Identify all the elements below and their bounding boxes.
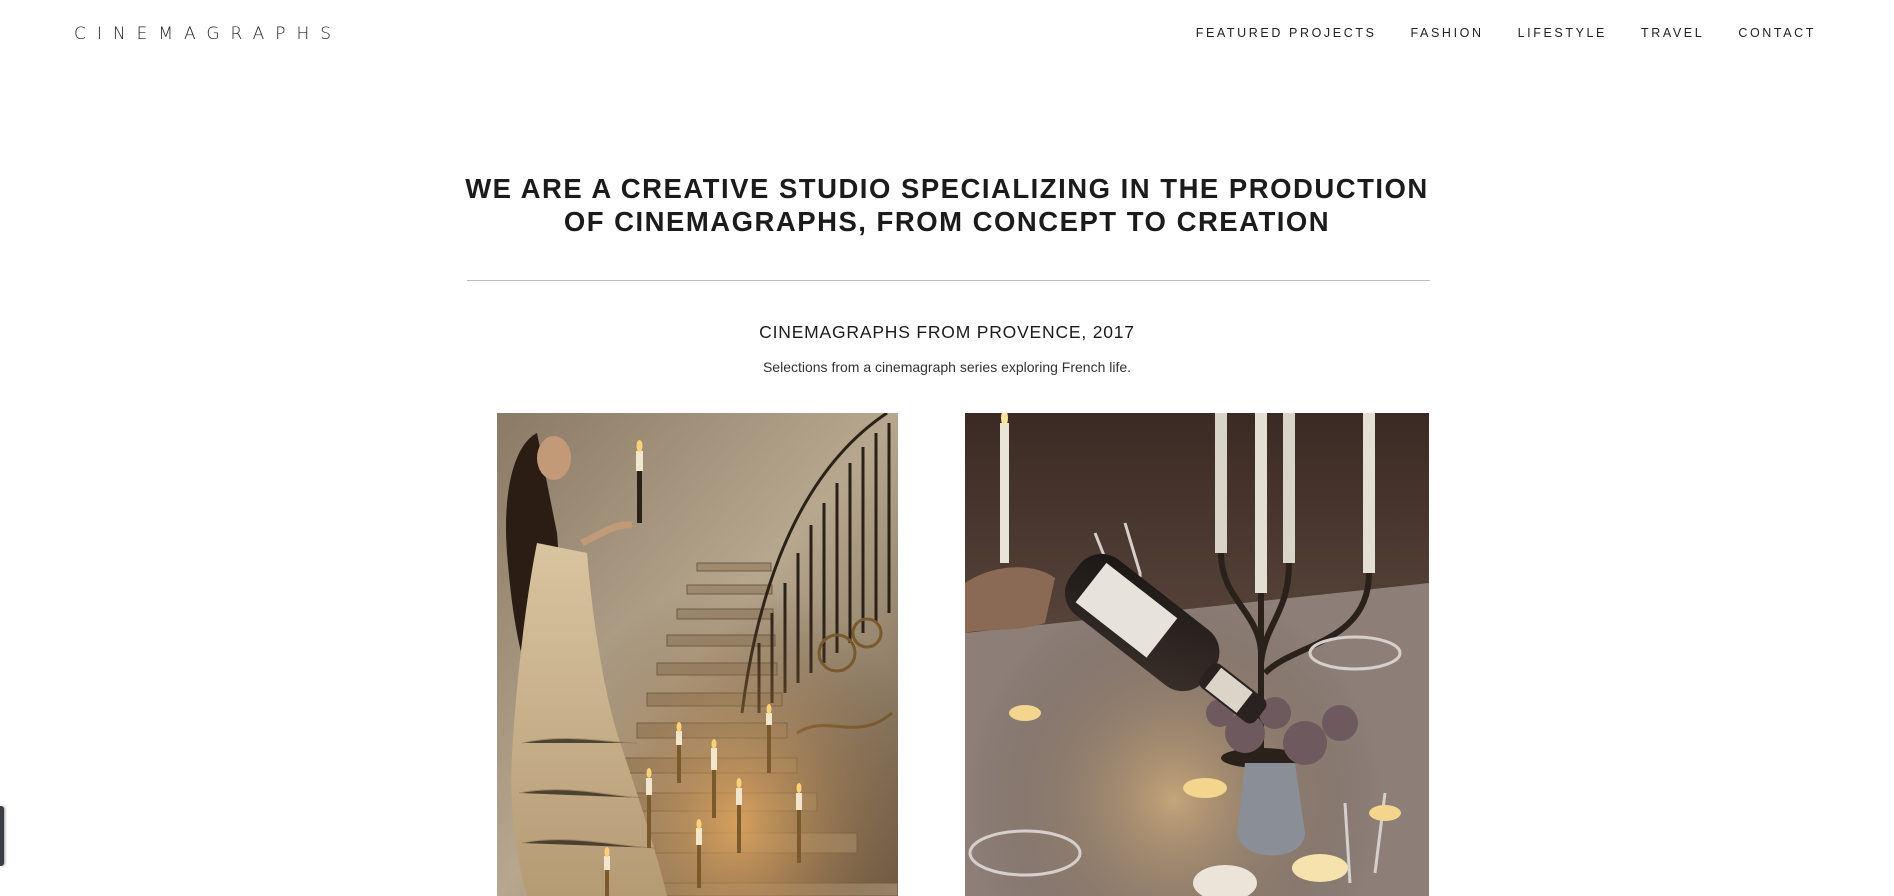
hero: WE ARE A CREATIVE STUDIO SPECIALIZING IN… — [0, 172, 1894, 238]
main-nav: FEATURED PROJECTS FASHION LIFESTYLE TRAV… — [1196, 26, 1816, 40]
hero-heading-line-1: WE ARE A CREATIVE STUDIO SPECIALIZING IN… — [465, 173, 1429, 204]
gallery-image-dinner[interactable] — [965, 413, 1429, 896]
nav-featured-projects[interactable]: FEATURED PROJECTS — [1196, 26, 1377, 40]
page: CINEMAGRAPHS FEATURED PROJECTS FASHION L… — [0, 0, 1894, 896]
site-logo[interactable]: CINEMAGRAPHS — [74, 24, 342, 44]
section-title: CINEMAGRAPHS FROM PROVENCE, 2017 — [759, 322, 1135, 342]
divider — [467, 280, 1430, 281]
site-header: CINEMAGRAPHS FEATURED PROJECTS FASHION L… — [0, 0, 1894, 70]
nav-travel[interactable]: TRAVEL — [1641, 26, 1704, 40]
gallery-image-staircase[interactable] — [497, 413, 898, 896]
dinner-table-wine-illustration — [965, 413, 1429, 896]
nav-fashion[interactable]: FASHION — [1411, 26, 1484, 40]
section-subtitle: Selections from a cinemagraph series exp… — [762, 359, 1132, 375]
nav-lifestyle[interactable]: LIFESTYLE — [1518, 26, 1607, 40]
hero-heading-line-2: OF CINEMAGRAPHS, FROM CONCEPT TO CREATIO… — [563, 206, 1331, 237]
nav-contact[interactable]: CONTACT — [1738, 26, 1816, 40]
staircase-candles-illustration — [497, 413, 898, 896]
side-panel-tab[interactable] — [0, 806, 4, 866]
hero-heading: WE ARE A CREATIVE STUDIO SPECIALIZING IN… — [0, 172, 1894, 238]
